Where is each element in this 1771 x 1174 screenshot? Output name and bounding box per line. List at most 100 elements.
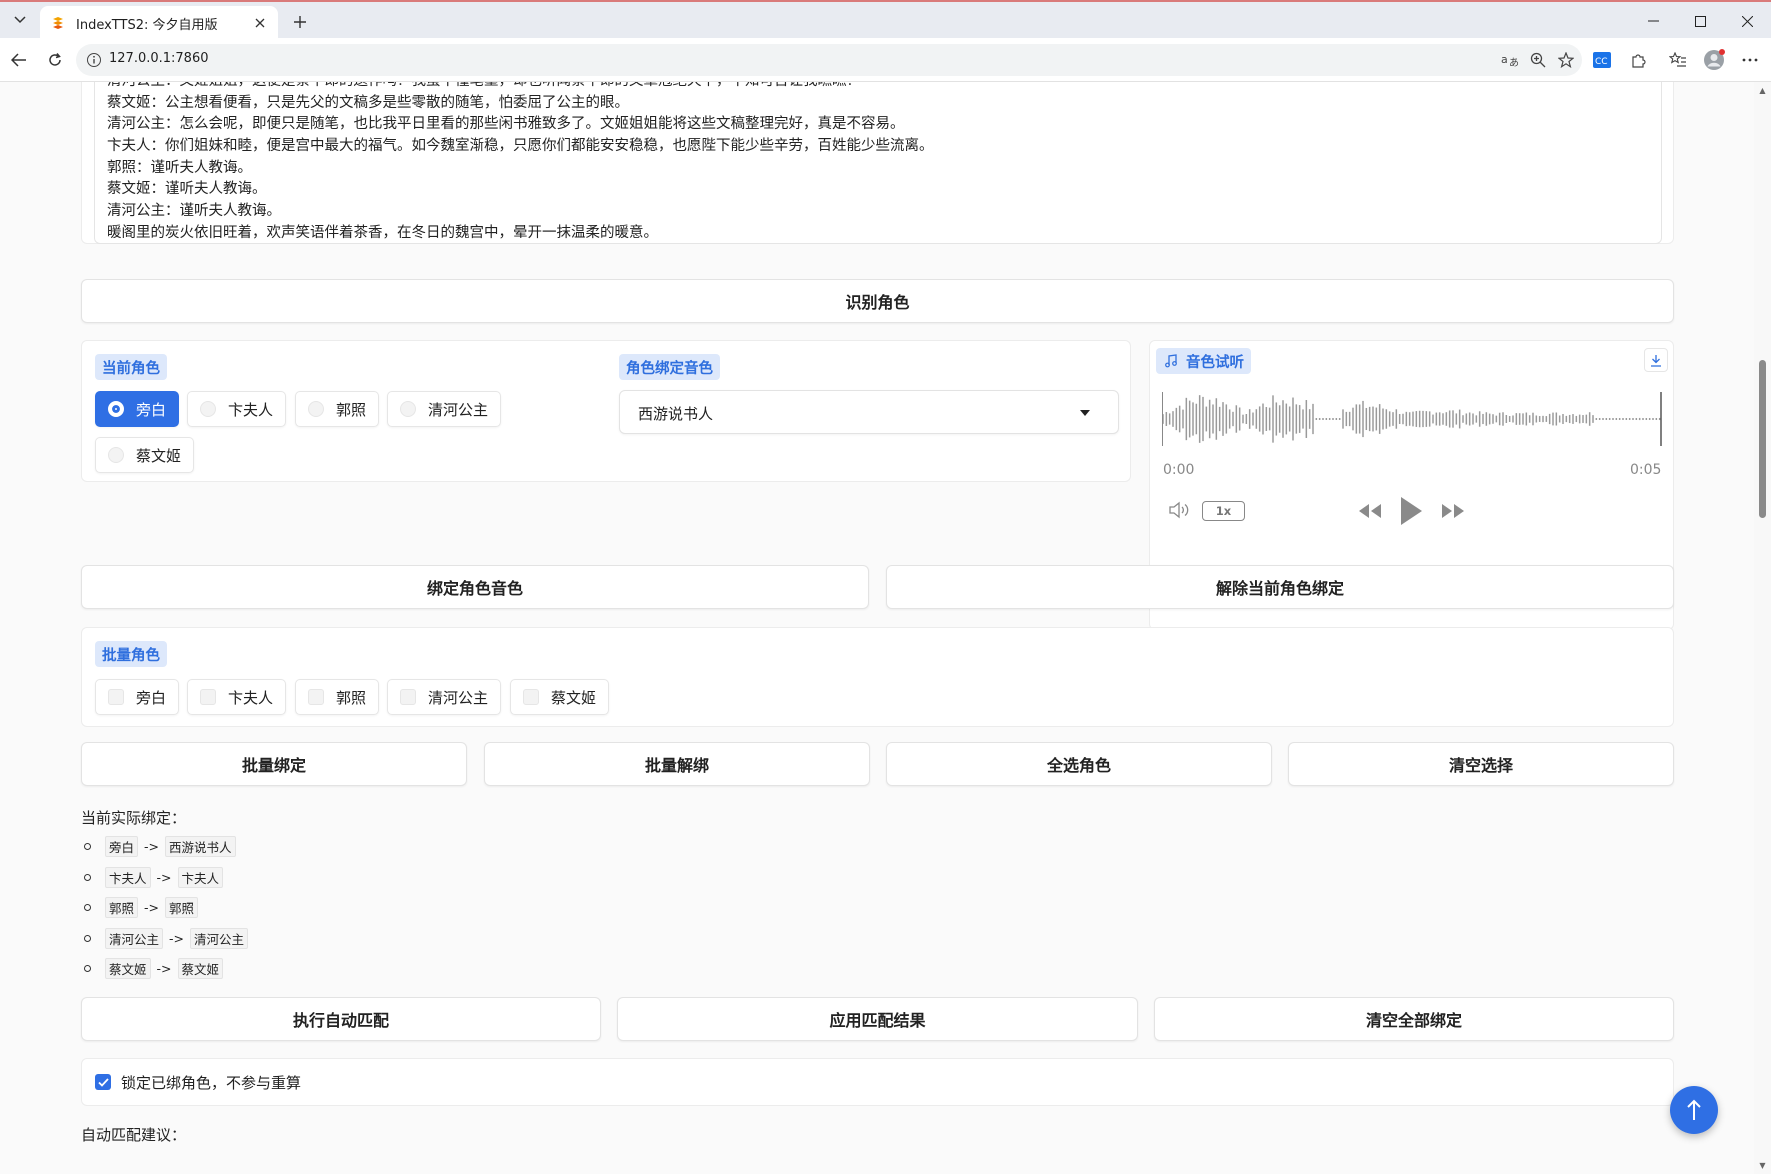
binding-list-item: 卞夫人 -> 卞夫人 <box>84 866 224 888</box>
browser-tab-bar: IndexTTS2: 今夕自用版 <box>0 0 1771 40</box>
radio-indicator <box>400 401 416 417</box>
new-tab-plus-icon[interactable] <box>288 10 312 34</box>
script-line: 蔡文姬：谨听夫人教诲。 <box>107 181 267 198</box>
fast-forward-icon[interactable] <box>1440 502 1466 520</box>
binding-list-item: 蔡文姬 -> 蔡文姬 <box>84 957 224 979</box>
svg-text:あ: あ <box>1509 57 1519 68</box>
bullet-icon <box>84 964 91 972</box>
lock-bound-roles-row <box>81 1058 1674 1106</box>
batch-checkbox-narrator[interactable]: 旁白 <box>95 679 180 715</box>
batch-checkbox-bian-furen[interactable]: 卞夫人 <box>187 679 287 715</box>
checkbox-indicator <box>108 689 124 705</box>
volume-icon[interactable] <box>1168 500 1192 520</box>
play-icon[interactable] <box>1399 496 1423 526</box>
script-line: 郭照：谨听夫人教诲。 <box>107 159 252 176</box>
extension-cc-icon[interactable]: CC <box>1590 48 1614 72</box>
back-arrow-icon[interactable] <box>6 47 32 73</box>
radio-indicator <box>308 401 324 417</box>
scroll-to-top-button[interactable] <box>1670 1086 1718 1134</box>
music-note-icon <box>1165 354 1177 368</box>
audio-duration: 0:05 <box>1630 462 1662 478</box>
audio-preview-label-text: 音色试听 <box>1186 354 1244 371</box>
bind-voice-button[interactable]: 绑定角色音色 <box>81 565 869 609</box>
role-radio-cai-wenji[interactable]: 蔡文姬 <box>95 437 195 473</box>
tab-list-chevron-icon[interactable] <box>8 8 32 32</box>
favorites-list-icon[interactable] <box>1666 48 1690 72</box>
checkbox-indicator <box>523 689 539 705</box>
binding-arrow: -> <box>156 869 172 885</box>
checkbox-indicator <box>308 689 324 705</box>
reload-icon[interactable] <box>42 47 68 73</box>
role-radio-label: 清河公主 <box>428 400 489 419</box>
zoom-icon[interactable] <box>1528 50 1548 70</box>
lock-bound-roles-label: 锁定已绑角色，不参与重算 <box>121 1074 302 1092</box>
batch-checkbox-label: 蔡文姬 <box>551 688 597 707</box>
unbind-current-button[interactable]: 解除当前角色绑定 <box>886 565 1674 609</box>
scroll-up-arrow-icon[interactable]: ▲ <box>1758 86 1767 95</box>
window-close-icon[interactable] <box>1724 4 1770 38</box>
tab-close-icon[interactable] <box>252 15 268 31</box>
rewind-icon[interactable] <box>1357 502 1383 520</box>
binding-voice: 卞夫人 <box>177 866 224 888</box>
binding-voice: 西游说书人 <box>165 835 236 857</box>
binding-role: 旁白 <box>105 835 139 857</box>
script-textarea[interactable]: 清河公主：文姬姐姐，这便是蔡中郎的遗作吗？我虽不懂笔墨，却也听闻蔡中郎的文章冠绝… <box>94 82 1662 244</box>
binding-arrow: -> <box>169 930 184 946</box>
download-icon[interactable] <box>1644 348 1668 372</box>
role-radio-narrator[interactable]: 旁白 <box>95 391 180 427</box>
auto-match-button[interactable]: 执行自动匹配 <box>81 997 601 1041</box>
site-info-icon[interactable] <box>86 52 102 68</box>
more-menu-icon[interactable] <box>1738 48 1762 72</box>
audio-waveform[interactable] <box>1162 389 1662 449</box>
binding-role: 蔡文姬 <box>105 957 151 979</box>
translate-icon[interactable]: aあ <box>1500 50 1520 70</box>
binding-role: 郭照 <box>105 896 139 918</box>
current-role-label: 当前角色 <box>95 354 167 380</box>
binding-arrow: -> <box>144 899 159 915</box>
bullet-icon <box>84 934 91 942</box>
bullet-icon <box>84 842 91 850</box>
clear-selection-button[interactable]: 清空选择 <box>1288 742 1674 786</box>
script-lines: 清河公主：文姬姐姐，这便是蔡中郎的遗作吗？我虽不懂笔墨，却也听闻蔡中郎的文章冠绝… <box>107 82 934 243</box>
lock-bound-roles-checkbox[interactable] <box>95 1074 111 1090</box>
batch-checkbox-cai-wenji[interactable]: 蔡文姬 <box>510 679 610 715</box>
script-line: 暖阁里的炭火依旧旺着，欢声笑语伴着茶香，在冬日的魏宫中，晕开一抹温柔的暖意。 <box>107 224 658 241</box>
favorite-star-icon[interactable] <box>1556 50 1576 70</box>
role-radio-label: 卞夫人 <box>228 400 274 419</box>
current-binding-title: 当前实际绑定： <box>81 809 187 827</box>
select-all-roles-button[interactable]: 全选角色 <box>886 742 1272 786</box>
checkbox-indicator <box>200 689 216 705</box>
maximize-icon[interactable] <box>1677 4 1723 38</box>
role-radio-qinghe-gongzhu[interactable]: 清河公主 <box>387 391 502 427</box>
browser-tab-active[interactable]: IndexTTS2: 今夕自用版 <box>40 6 278 40</box>
address-bar-row: 127.0.0.1:7860 aあ CC <box>0 38 1771 82</box>
role-radio-label: 郭照 <box>336 400 367 419</box>
profile-avatar-icon[interactable] <box>1702 48 1726 72</box>
batch-checkbox-label: 郭照 <box>336 688 367 707</box>
extensions-puzzle-icon[interactable] <box>1626 48 1650 72</box>
page-scrollbar[interactable]: ▲ ▼ <box>1754 82 1771 1174</box>
batch-checkbox-label: 卞夫人 <box>228 688 274 707</box>
script-line: 蔡文姬：公主想看便看，只是先父的文稿多是些零散的随笔，怕委屈了公主的眼。 <box>107 94 629 111</box>
batch-checkbox-qinghe-gongzhu[interactable]: 清河公主 <box>387 679 502 715</box>
apply-match-button[interactable]: 应用匹配结果 <box>617 997 1138 1041</box>
auto-match-suggestion-title: 自动匹配建议： <box>81 1126 187 1144</box>
omnibox[interactable]: 127.0.0.1:7860 aあ <box>76 44 1582 76</box>
voice-select-dropdown[interactable]: 西游说书人 <box>619 390 1119 434</box>
batch-unbind-button[interactable]: 批量解绑 <box>484 742 870 786</box>
scrollbar-thumb[interactable] <box>1759 360 1766 518</box>
playback-speed-button[interactable]: 1x <box>1202 501 1245 521</box>
batch-checkbox-guo-zhao[interactable]: 郭照 <box>295 679 380 715</box>
scroll-down-arrow-icon[interactable]: ▼ <box>1758 1161 1767 1170</box>
script-line: 卞夫人：你们姐妹和睦，便是宫中最大的福气。如今魏室渐稳，只愿你们都能安安稳稳，也… <box>107 138 934 155</box>
batch-roles-label: 批量角色 <box>95 641 167 667</box>
binding-list-item: 清河公主 -> 清河公主 <box>84 927 249 949</box>
minimize-icon[interactable] <box>1630 4 1676 38</box>
clear-all-bindings-button[interactable]: 清空全部绑定 <box>1154 997 1674 1041</box>
batch-bind-button[interactable]: 批量绑定 <box>81 742 467 786</box>
identify-roles-button[interactable]: 识别角色 <box>81 279 1674 323</box>
binding-voice: 清河公主 <box>190 927 249 949</box>
page-viewport: 清河公主：文姬姐姐，这便是蔡中郎的遗作吗？我虽不懂笔墨，却也听闻蔡中郎的文章冠绝… <box>0 82 1771 1174</box>
role-radio-guo-zhao[interactable]: 郭照 <box>295 391 380 427</box>
role-radio-bian-furen[interactable]: 卞夫人 <box>187 391 287 427</box>
